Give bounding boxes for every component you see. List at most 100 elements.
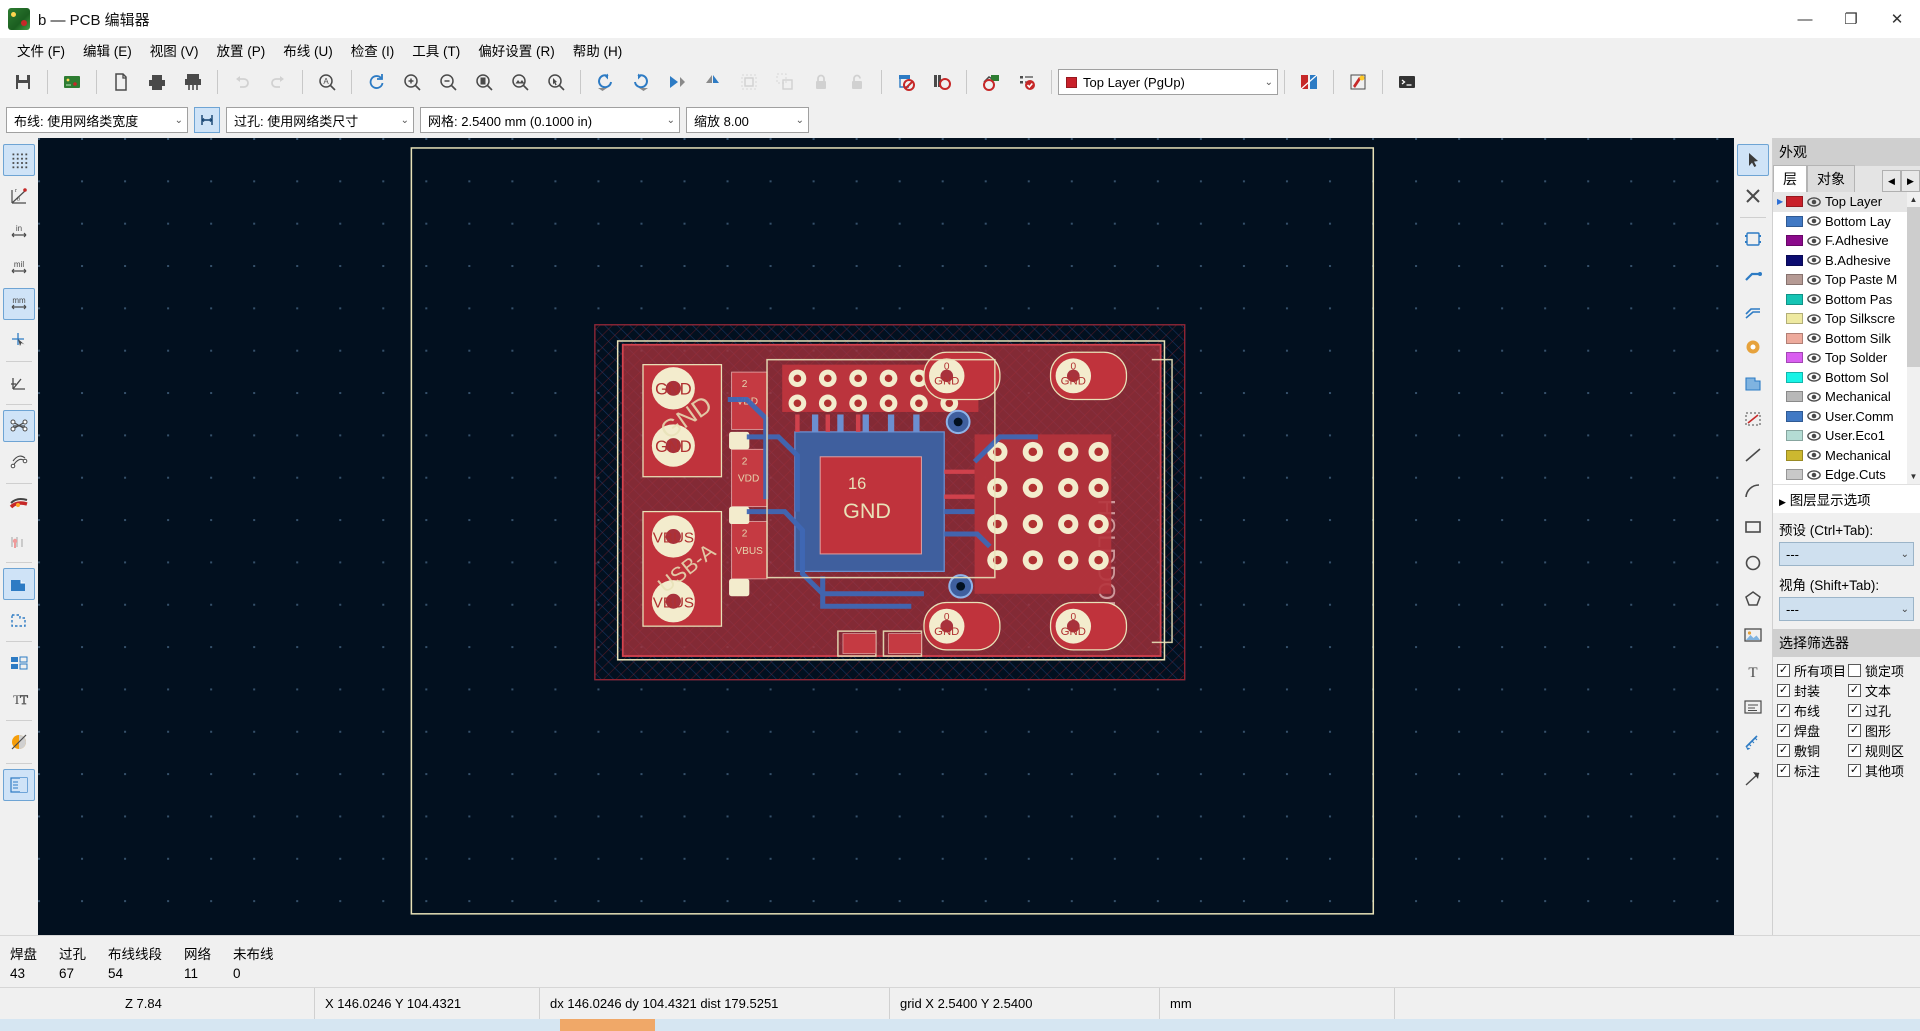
eye-icon[interactable] [1807, 331, 1821, 345]
layer-row[interactable]: User.Eco1 [1773, 426, 1920, 446]
checkbox-icon[interactable]: ✓ [1777, 684, 1790, 697]
filter-vias[interactable]: ✓ 过孔 [1848, 701, 1916, 720]
track-fill-mode-icon[interactable] [3, 489, 35, 521]
eye-icon[interactable] [1807, 370, 1821, 384]
eye-icon[interactable] [1807, 214, 1821, 228]
layer-color-swatch[interactable] [1786, 449, 1803, 461]
filter-pads[interactable]: ✓ 焊盘 [1777, 721, 1846, 740]
curved-ratsnest-icon[interactable] [3, 446, 35, 478]
via-fill-mode-icon[interactable] [3, 525, 35, 557]
layer-color-swatch[interactable] [1786, 196, 1803, 208]
checkbox-icon[interactable]: ✓ [1848, 764, 1862, 777]
polar-coordinates-icon[interactable]: rθ [3, 180, 35, 212]
grid-select[interactable]: 网格: 2.5400 mm (0.1000 in) ⌄ [420, 107, 680, 133]
checkbox-icon[interactable]: ✓ [1848, 744, 1862, 757]
footprint-editor-icon[interactable] [890, 66, 922, 98]
filter-locked-items[interactable]: 锁定项 [1848, 661, 1916, 680]
layer-color-swatch[interactable] [1786, 391, 1803, 403]
print-icon[interactable] [141, 66, 173, 98]
layer-row[interactable]: Bottom Lay [1773, 212, 1920, 232]
checkbox-icon[interactable]: ✓ [1777, 724, 1790, 737]
menu-view[interactable]: 视图 (V) [141, 38, 208, 62]
filter-text[interactable]: ✓ 文本 [1848, 681, 1916, 700]
scroll-up-icon[interactable]: ▲ [1907, 192, 1920, 207]
tab-layers[interactable]: 层 [1773, 165, 1807, 192]
layer-color-swatch[interactable] [1786, 332, 1803, 344]
select-tool-icon[interactable] [1737, 144, 1769, 176]
zoom-out-icon[interactable] [432, 66, 464, 98]
place-image-icon[interactable] [1737, 619, 1769, 651]
eye-icon[interactable] [1807, 429, 1821, 443]
route-diffpair-icon[interactable] [1737, 295, 1769, 327]
menu-tools[interactable]: 工具 (T) [403, 38, 469, 62]
checkbox-icon[interactable]: ✓ [1777, 764, 1790, 777]
place-text-icon[interactable]: T [1737, 655, 1769, 687]
layer-color-swatch[interactable] [1786, 352, 1803, 364]
origin-tool-icon[interactable] [1737, 763, 1769, 795]
rotate-cw-icon[interactable] [625, 66, 657, 98]
layer-display-options[interactable]: ▶ 图层显示选项 [1773, 484, 1920, 513]
draw-circle-icon[interactable] [1737, 547, 1769, 579]
draw-zone-icon[interactable] [1737, 367, 1769, 399]
eye-icon[interactable] [1807, 448, 1821, 462]
place-textbox-icon[interactable] [1737, 691, 1769, 723]
checkbox-icon[interactable]: ✓ [1848, 704, 1862, 717]
scripting-console-icon[interactable] [1391, 66, 1423, 98]
menu-place[interactable]: 放置 (P) [208, 38, 275, 62]
units-inches-icon[interactable]: in [3, 216, 35, 248]
layer-row[interactable]: Bottom Sol [1773, 368, 1920, 388]
menu-route[interactable]: 布线 (U) [274, 38, 342, 62]
filter-dimensions[interactable]: ✓ 标注 [1777, 761, 1846, 780]
show-ratsnest-icon[interactable] [3, 410, 35, 442]
page-settings-icon[interactable] [105, 66, 137, 98]
save-icon[interactable] [7, 66, 39, 98]
zone-fill-mode-icon[interactable] [3, 568, 35, 600]
footprint-library-icon[interactable] [926, 66, 958, 98]
preset-select[interactable]: --- ⌄ [1779, 542, 1914, 566]
update-pcb-icon[interactable] [975, 66, 1007, 98]
checkbox-icon[interactable]: ✓ [1777, 664, 1790, 677]
text-sketch-mode-icon[interactable]: TT [3, 683, 35, 715]
checkbox-icon[interactable] [1848, 664, 1862, 677]
menu-file[interactable]: 文件 (F) [8, 38, 74, 62]
draw-rule-area-icon[interactable] [1737, 403, 1769, 435]
rotate-ccw-icon[interactable] [589, 66, 621, 98]
scroll-thumb[interactable] [1907, 207, 1920, 367]
layer-row[interactable]: Mechanical [1773, 387, 1920, 407]
close-button[interactable]: ✕ [1874, 0, 1920, 38]
layer-list-scrollbar[interactable]: ▲ ▼ [1907, 192, 1920, 484]
eye-icon[interactable] [1807, 409, 1821, 423]
filter-rule-areas[interactable]: ✓ 规则区 [1848, 741, 1916, 760]
45-degree-mode-icon[interactable] [3, 367, 35, 399]
zoom-area-icon[interactable] [540, 66, 572, 98]
layers-manager-icon[interactable] [3, 769, 35, 801]
layer-row[interactable]: Mechanical [1773, 446, 1920, 466]
eye-icon[interactable] [1807, 468, 1821, 482]
zoom-in-icon[interactable] [396, 66, 428, 98]
layer-row[interactable]: F.Adhesive [1773, 231, 1920, 251]
layer-color-swatch[interactable] [1786, 410, 1803, 422]
units-mm-icon[interactable]: mm [3, 288, 35, 320]
eye-icon[interactable] [1807, 234, 1821, 248]
route-track-icon[interactable] [1737, 259, 1769, 291]
place-footprint-icon[interactable] [1737, 223, 1769, 255]
menu-help[interactable]: 帮助 (H) [564, 38, 632, 62]
flip-horizontal-icon[interactable] [661, 66, 693, 98]
maximize-button[interactable]: ❐ [1828, 0, 1874, 38]
layer-row[interactable]: Bottom Silk [1773, 329, 1920, 349]
zone-outline-mode-icon[interactable] [3, 604, 35, 636]
track-width-select[interactable]: 布线: 使用网络类宽度 ⌄ [6, 107, 188, 133]
scroll-down-icon[interactable]: ▼ [1907, 469, 1920, 484]
layer-color-swatch[interactable] [1786, 469, 1803, 481]
draw-arc-icon[interactable] [1737, 475, 1769, 507]
draw-line-icon[interactable] [1737, 439, 1769, 471]
refresh-icon[interactable] [360, 66, 392, 98]
active-layer-select[interactable]: Top Layer (PgUp) ⌄ [1058, 69, 1278, 95]
layer-row[interactable]: User.Comm [1773, 407, 1920, 427]
highlight-net-icon[interactable] [1342, 66, 1374, 98]
via-size-select[interactable]: 过孔: 使用网络类尺寸 ⌄ [226, 107, 414, 133]
taskbar-active-item[interactable] [560, 1019, 655, 1031]
pcb-canvas[interactable]: HOLDDOLDO GND GND GND VBUS VBUS USB-A [38, 138, 1734, 935]
menu-edit[interactable]: 编辑 (E) [74, 38, 141, 62]
drc-icon[interactable] [1011, 66, 1043, 98]
